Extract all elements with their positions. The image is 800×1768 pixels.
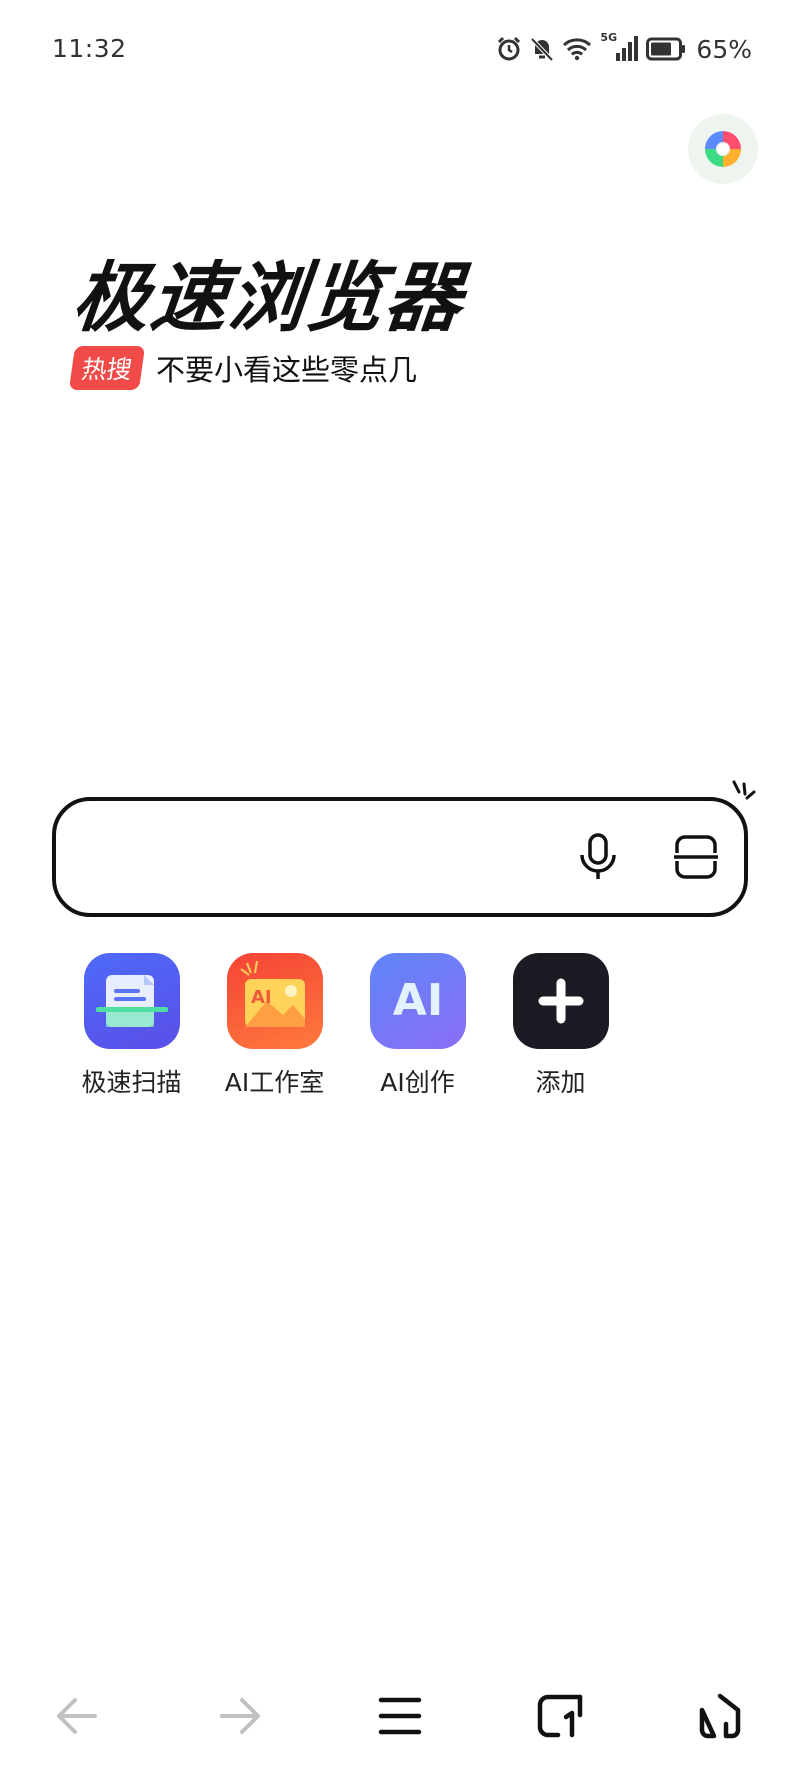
scan-button[interactable]	[666, 829, 726, 885]
tabs-button[interactable]	[524, 1680, 596, 1752]
tabs-count-icon	[537, 1694, 583, 1738]
microphone-icon	[580, 833, 616, 879]
home-icon	[699, 1693, 741, 1739]
brand-title: 极速浏览器	[68, 253, 468, 342]
svg-text:AI: AI	[392, 975, 442, 1026]
shortcut-label: AI工作室	[224, 1068, 325, 1097]
shortcut-fast-scan[interactable]: 极速扫描	[60, 953, 203, 1099]
hot-search-text[interactable]: 不要小看这些零点几	[156, 347, 417, 389]
home-button[interactable]	[684, 1680, 756, 1752]
forward-arrow-icon	[220, 1698, 260, 1734]
shortcut-add[interactable]: 添加	[489, 953, 632, 1099]
hot-search-row[interactable]: 热搜 不要小看这些零点几	[68, 346, 417, 390]
back-arrow-icon	[57, 1698, 97, 1734]
colorful-orb-icon	[705, 131, 741, 167]
signal-icon	[616, 36, 639, 61]
shortcut-label: 添加	[535, 1068, 586, 1097]
back-button[interactable]	[41, 1680, 113, 1752]
status-time: 11:32	[52, 34, 127, 63]
browser-home-screen: 11:32 5G 65% 极速浏览器 热搜 不要小看这些零点几 极速扫描 AI …	[0, 0, 800, 1768]
ai-create-icon: AI	[369, 953, 466, 1049]
shortcut-label: AI创作	[380, 1068, 455, 1097]
svg-text:AI: AI	[251, 987, 272, 1008]
shortcut-grid: 极速扫描 AI AI工作室 AI AI创作 添加	[60, 953, 632, 1099]
menu-icon	[378, 1697, 422, 1735]
status-bar: 11:32 5G 65%	[0, 0, 800, 100]
menu-button[interactable]	[364, 1680, 436, 1752]
search-bar[interactable]	[52, 797, 748, 917]
assistant-orb-button[interactable]	[688, 114, 758, 184]
mute-bell-icon	[530, 37, 554, 62]
voice-search-button[interactable]	[570, 829, 626, 885]
search-input[interactable]	[86, 821, 566, 893]
shortcut-ai-studio[interactable]: AI AI工作室	[203, 953, 346, 1099]
shortcut-label: 极速扫描	[81, 1068, 182, 1097]
alarm-icon	[498, 36, 521, 61]
wifi-icon	[563, 38, 592, 61]
plus-icon	[512, 953, 609, 1049]
battery-icon	[646, 37, 686, 61]
bottom-navigation	[0, 1670, 800, 1760]
scan-document-icon	[83, 953, 180, 1049]
shortcut-ai-create[interactable]: AI AI创作	[346, 953, 489, 1099]
sparkle-icon	[732, 780, 756, 800]
ai-studio-icon: AI	[226, 953, 323, 1049]
status-icons: 5G 65%	[496, 31, 752, 66]
hot-search-badge: 热搜	[68, 346, 146, 390]
forward-button[interactable]	[204, 1680, 276, 1752]
cellular-signal: 5G	[600, 31, 639, 63]
scan-icon	[674, 835, 718, 879]
battery-percent: 65%	[696, 34, 752, 64]
